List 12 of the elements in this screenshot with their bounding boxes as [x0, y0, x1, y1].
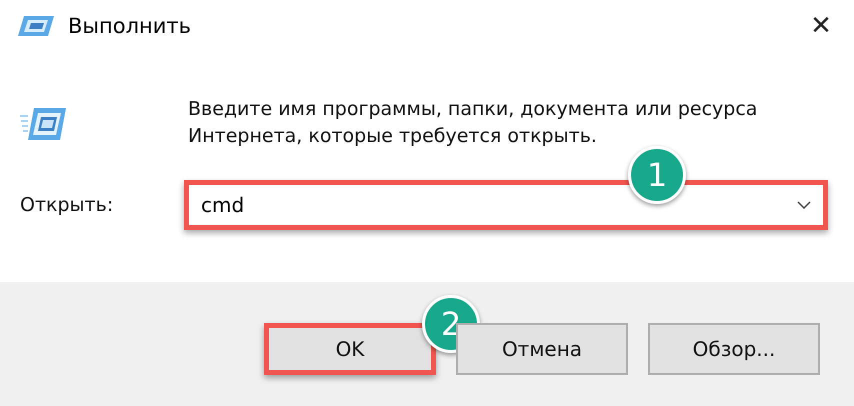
- run-icon: [20, 106, 68, 142]
- window-title: Выполнить: [68, 14, 191, 38]
- dialog-button[interactable]: Отмена: [456, 323, 628, 375]
- prompt-text: Введите имя программы, папки, документа или ресурса Интернета, которые требуется открыть.: [188, 97, 758, 149]
- dialog-button[interactable]: Обзор...: [648, 323, 820, 375]
- chevron-down-icon: [797, 201, 811, 209]
- open-label: Открыть:: [20, 194, 114, 216]
- run-icon: [16, 14, 56, 38]
- step-badge: 1: [628, 146, 686, 204]
- dialog-button[interactable]: OK: [264, 323, 436, 375]
- combobox-value: cmd: [201, 193, 246, 217]
- close-button[interactable]: ✕: [796, 4, 846, 48]
